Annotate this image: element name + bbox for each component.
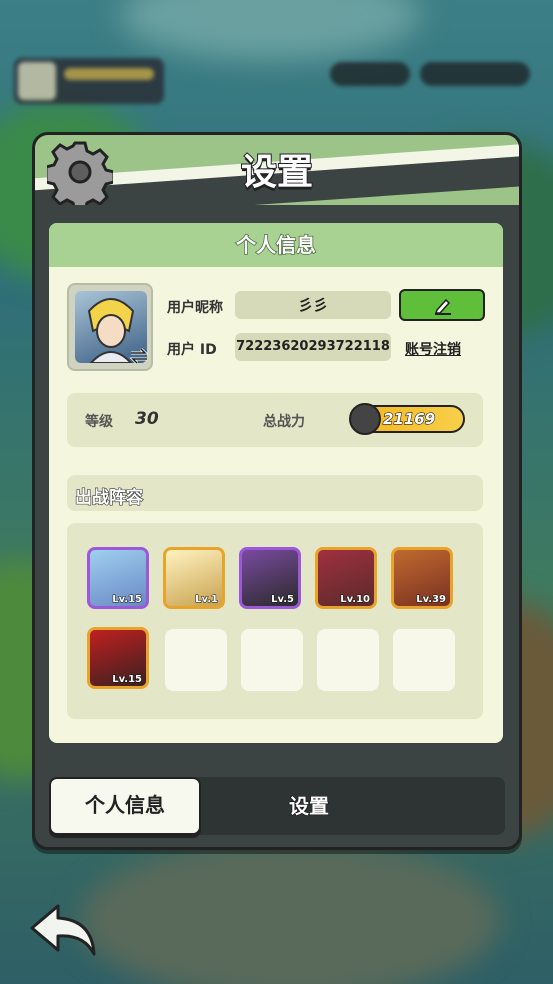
- settings-panel: 设置 个人信息 用户昵称 彡彡: [32, 132, 522, 850]
- power-label: 总战力: [263, 414, 305, 430]
- nickname-value: 彡彡: [235, 291, 391, 319]
- tab-bar: 个人信息 设置: [49, 777, 505, 835]
- tab-profile[interactable]: 个人信息: [49, 777, 201, 835]
- player-card-background: [14, 58, 164, 104]
- currency-gold-background: [420, 62, 530, 86]
- panel-header: 设置: [35, 135, 519, 205]
- lineup-grid: Lv.15 Lv.1 Lv.5 Lv.10 Lv.39 Lv.15: [67, 523, 483, 719]
- edit-nickname-button[interactable]: [399, 289, 485, 321]
- profile-content: 个人信息 用户昵称 彡彡 用户 ID 72: [49, 223, 503, 743]
- swords-icon: [349, 403, 381, 435]
- swap-icon[interactable]: [129, 347, 149, 365]
- level-value: 30: [135, 409, 159, 429]
- hero-slot-3[interactable]: Lv.5: [239, 547, 301, 609]
- lineup-header: 出战阵容: [67, 475, 483, 511]
- hero-slot-1[interactable]: Lv.15: [87, 547, 149, 609]
- user-id-value: 7222362029372211​8: [235, 333, 391, 361]
- hero-slot-4[interactable]: Lv.10: [315, 547, 377, 609]
- pencil-icon: [434, 298, 451, 315]
- empty-hero-slot[interactable]: [317, 629, 379, 691]
- empty-hero-slot[interactable]: [241, 629, 303, 691]
- avatar[interactable]: [67, 283, 153, 371]
- level-label: 等级: [85, 414, 113, 430]
- tab-settings[interactable]: 设置: [249, 777, 369, 835]
- hero-slot-5[interactable]: Lv.39: [391, 547, 453, 609]
- page-title: 设置: [240, 151, 314, 194]
- currency-gem-background: [330, 62, 410, 86]
- nickname-label: 用户昵称: [167, 300, 223, 316]
- stats-card: 等级 30 总战力 21169: [67, 393, 483, 447]
- hero-slot-6[interactable]: Lv.15: [87, 627, 149, 689]
- hero-slot-2[interactable]: Lv.1: [163, 547, 225, 609]
- cancel-account-link[interactable]: 账号注销: [405, 339, 461, 359]
- empty-hero-slot[interactable]: [165, 629, 227, 691]
- power-badge: 21169: [349, 403, 465, 435]
- user-id-label: 用户 ID: [167, 342, 217, 358]
- back-arrow-icon[interactable]: [28, 900, 100, 960]
- empty-hero-slot[interactable]: [393, 629, 455, 691]
- power-value: 21169: [382, 409, 436, 428]
- lineup-title: 出战阵容: [74, 487, 143, 508]
- section-title-profile: 个人信息: [49, 223, 503, 267]
